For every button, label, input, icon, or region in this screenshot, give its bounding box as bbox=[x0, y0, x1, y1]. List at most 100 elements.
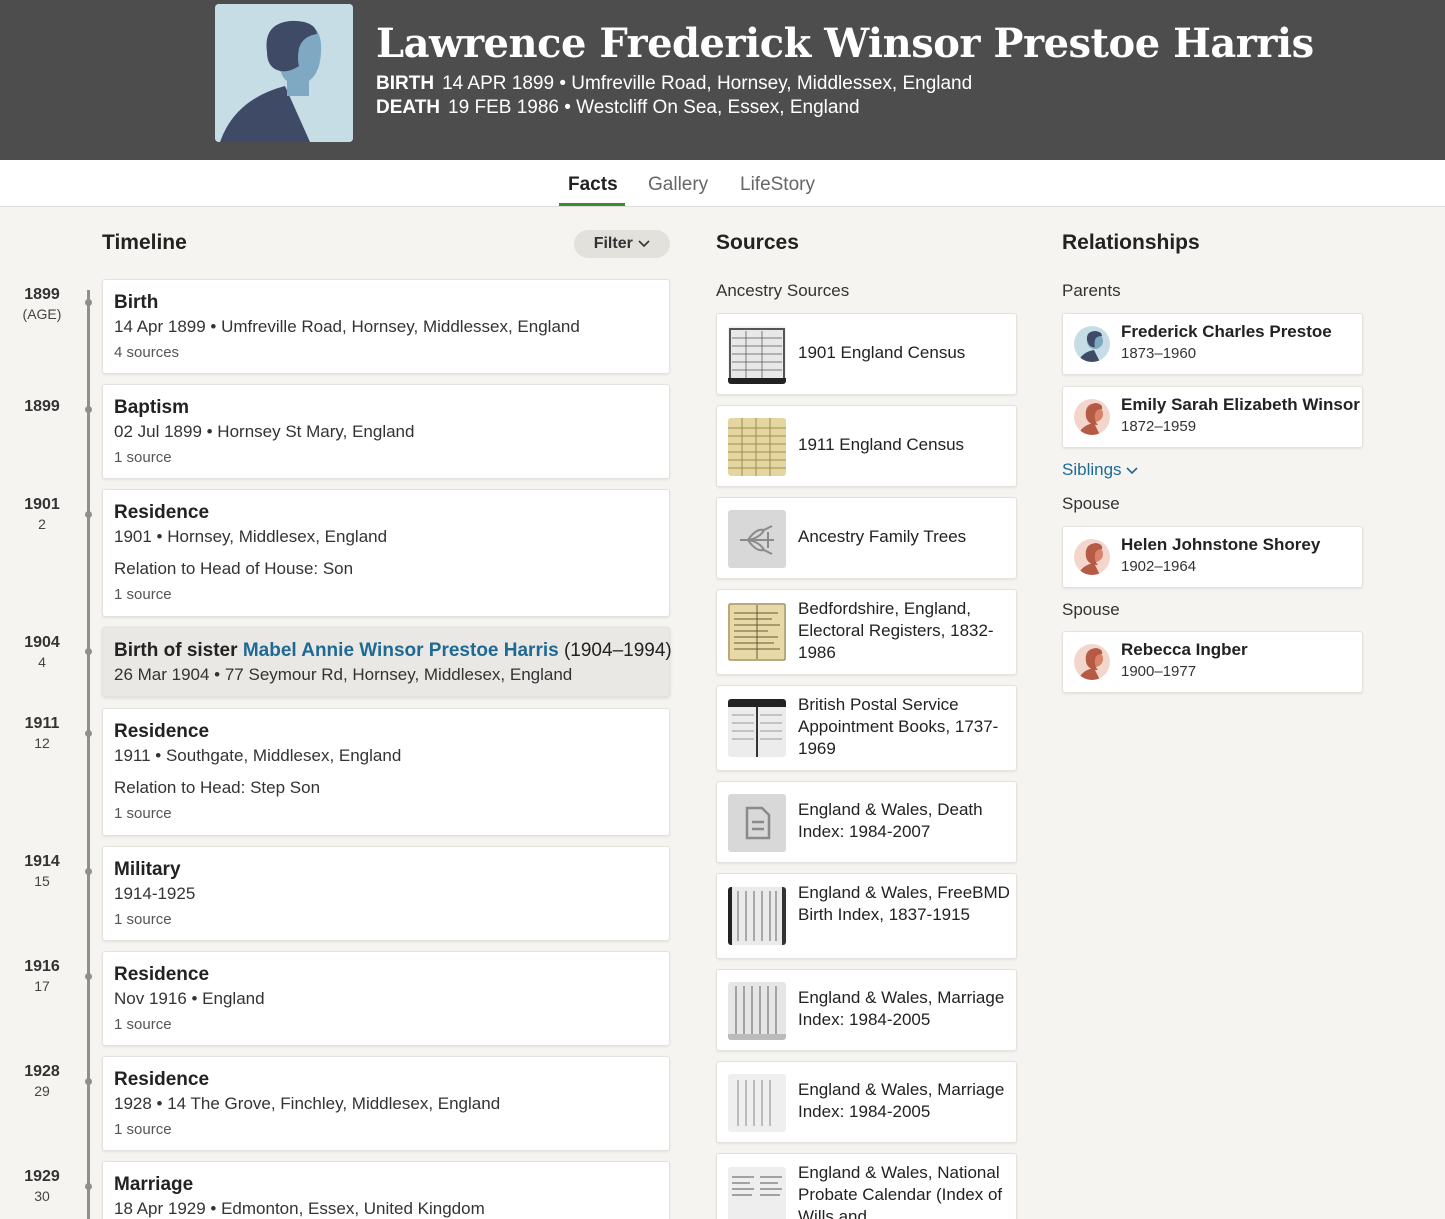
relative-name: Rebecca Ingber bbox=[1121, 640, 1248, 659]
event-card-residence-1928[interactable]: Residence 1928 • 14 The Grove, Finchley,… bbox=[102, 1056, 670, 1151]
index-scan-thumbnail bbox=[728, 982, 786, 1040]
relative-card-spouse[interactable]: Helen Johnstone Shorey 1902–1964 bbox=[1062, 526, 1363, 588]
sister-link[interactable]: Mabel Annie Winsor Prestoe Harris bbox=[243, 640, 559, 661]
death-summary: DEATH 19 FEB 1986 • Westcliff On Sea, Ess… bbox=[376, 97, 860, 119]
timeline-dot bbox=[85, 730, 92, 737]
event-age: 15 bbox=[34, 873, 50, 889]
tab-lifestory[interactable]: LifeStory bbox=[740, 174, 815, 196]
document-icon bbox=[728, 794, 786, 852]
relative-years: 1900–1977 bbox=[1121, 663, 1197, 680]
source-label: British Postal Service Appointment Books… bbox=[798, 695, 999, 758]
event-title: Birth of sister Mabel Annie Winsor Prest… bbox=[114, 640, 672, 662]
event-card-birth[interactable]: Birth 14 Apr 1899 • Umfreville Road, Hor… bbox=[102, 279, 670, 374]
event-age: (AGE) bbox=[22, 306, 62, 322]
source-label: England & Wales, Marriage Index: 1984-20… bbox=[798, 1080, 1005, 1121]
source-item[interactable]: England & Wales, Marriage Index: 1984-20… bbox=[716, 1061, 1017, 1143]
event-card-baptism[interactable]: Baptism 02 Jul 1899 • Hornsey St Mary, E… bbox=[102, 384, 670, 479]
person-avatar[interactable] bbox=[215, 4, 353, 142]
source-item[interactable]: Bedfordshire, England, Electoral Registe… bbox=[716, 589, 1017, 675]
event-year: 1904 bbox=[24, 634, 60, 651]
timeline-dot bbox=[85, 511, 92, 518]
book-scan-thumbnail bbox=[728, 699, 786, 757]
event-card-marriage[interactable]: Marriage 18 Apr 1929 • Edmonton, Essex, … bbox=[102, 1161, 670, 1219]
timeline-dot bbox=[85, 299, 92, 306]
source-item[interactable]: 1901 England Census bbox=[716, 313, 1017, 395]
tab-facts[interactable]: Facts bbox=[568, 174, 618, 196]
event-detail: 14 Apr 1899 • Umfreville Road, Hornsey, … bbox=[114, 317, 580, 336]
event-sources[interactable]: 4 sources bbox=[114, 344, 658, 361]
event-title: Residence bbox=[114, 964, 210, 985]
relative-name: Frederick Charles Prestoe bbox=[1121, 322, 1332, 341]
birth-label: BIRTH bbox=[376, 73, 435, 94]
relative-card-mother[interactable]: Emily Sarah Elizabeth Winsor 1872–1959 bbox=[1062, 386, 1363, 448]
source-item[interactable]: England & Wales, Death Index: 1984-2007 bbox=[716, 781, 1017, 863]
birth-value: 14 APR 1899 • Umfreville Road, Hornsey, … bbox=[442, 73, 973, 94]
event-card-military[interactable]: Military 1914-1925 1 source bbox=[102, 846, 670, 941]
source-label: 1901 England Census bbox=[798, 343, 966, 362]
event-sources[interactable]: 1 source bbox=[114, 1016, 658, 1033]
event-sources[interactable]: 1 source bbox=[114, 911, 658, 928]
relative-card-father[interactable]: Frederick Charles Prestoe 1873–1960 bbox=[1062, 313, 1363, 375]
event-sources[interactable]: 1 source bbox=[114, 1121, 658, 1138]
event-year: 1911 bbox=[24, 715, 60, 732]
event-title: Birth bbox=[114, 292, 159, 313]
source-item[interactable]: England & Wales, National Probate Calend… bbox=[716, 1153, 1017, 1219]
tree-leaf-icon bbox=[728, 510, 786, 568]
person-header: Lawrence Frederick Winsor Prestoe Harris… bbox=[0, 0, 1445, 160]
event-card-sister-birth[interactable]: Birth of sister Mabel Annie Winsor Prest… bbox=[102, 627, 672, 697]
census-scan-yellow-thumbnail bbox=[728, 418, 786, 476]
female-avatar-icon bbox=[1074, 644, 1110, 680]
index-scan-thumbnail bbox=[728, 887, 786, 945]
source-item[interactable]: British Postal Service Appointment Books… bbox=[716, 685, 1017, 771]
event-extra: Relation to Head: Step Son bbox=[114, 778, 321, 797]
filter-button[interactable]: Filter bbox=[574, 230, 670, 258]
tab-gallery[interactable]: Gallery bbox=[648, 174, 708, 196]
source-label: Ancestry Family Trees bbox=[798, 527, 967, 546]
register-scan-thumbnail bbox=[728, 603, 786, 661]
timeline-dot bbox=[85, 648, 92, 655]
event-sources[interactable]: 1 source bbox=[114, 449, 658, 466]
siblings-toggle[interactable]: Siblings bbox=[1062, 460, 1138, 480]
death-label: DEATH bbox=[376, 97, 441, 118]
sources-heading: Sources bbox=[716, 231, 799, 254]
event-detail: 1911 • Southgate, Middlesex, England bbox=[114, 746, 402, 765]
event-detail: 26 Mar 1904 • 77 Seymour Rd, Hornsey, Mi… bbox=[114, 665, 573, 684]
event-detail: Nov 1916 • England bbox=[114, 989, 265, 1008]
ancestry-sources-label: Ancestry Sources bbox=[716, 281, 850, 300]
relationships-heading: Relationships bbox=[1062, 231, 1200, 254]
source-item[interactable]: 1911 England Census bbox=[716, 405, 1017, 487]
event-card-residence-1911[interactable]: Residence 1911 • Southgate, Middlesex, E… bbox=[102, 708, 670, 836]
source-label: England & Wales, Death Index: 1984-2007 bbox=[798, 800, 983, 841]
birth-summary: BIRTH 14 APR 1899 • Umfreville Road, Horn… bbox=[376, 73, 972, 95]
event-age: 12 bbox=[34, 735, 50, 751]
event-card-residence-1916[interactable]: Residence Nov 1916 • England 1 source bbox=[102, 951, 670, 1046]
event-title: Baptism bbox=[114, 397, 189, 418]
event-sources[interactable]: 1 source bbox=[114, 586, 658, 603]
timeline-dot bbox=[85, 406, 92, 413]
source-item[interactable]: England & Wales, Marriage Index: 1984-20… bbox=[716, 969, 1017, 1051]
event-title: Marriage bbox=[114, 1174, 194, 1195]
event-sources[interactable]: 1 source bbox=[114, 805, 658, 822]
source-item[interactable]: England & Wales, FreeBMD Birth Index, 18… bbox=[716, 873, 1017, 959]
filter-label: Filter bbox=[593, 235, 633, 252]
relative-years: 1873–1960 bbox=[1121, 345, 1197, 362]
source-item[interactable]: Ancestry Family Trees bbox=[716, 497, 1017, 579]
relative-years: 1902–1964 bbox=[1121, 558, 1197, 575]
timeline-dot bbox=[85, 1078, 92, 1085]
event-card-residence-1901[interactable]: Residence 1901 • Hornsey, Middlesex, Eng… bbox=[102, 489, 670, 617]
male-avatar-icon bbox=[1074, 326, 1110, 362]
event-detail: 02 Jul 1899 • Hornsey St Mary, England bbox=[114, 422, 415, 441]
event-age: 2 bbox=[38, 516, 46, 532]
relative-name: Emily Sarah Elizabeth Winsor bbox=[1121, 395, 1360, 414]
relative-card-spouse[interactable]: Rebecca Ingber 1900–1977 bbox=[1062, 631, 1363, 693]
census-scan-thumbnail bbox=[728, 326, 786, 384]
timeline-dot bbox=[85, 973, 92, 980]
sister-lifespan: (1904–1994) bbox=[563, 640, 672, 661]
relative-name: Helen Johnstone Shorey bbox=[1121, 535, 1321, 554]
spouse-label: Spouse bbox=[1062, 600, 1120, 619]
source-label: Bedfordshire, England, Electoral Registe… bbox=[798, 599, 994, 662]
event-detail: 1901 • Hornsey, Middlesex, England bbox=[114, 527, 388, 546]
chevron-down-icon bbox=[1126, 466, 1138, 474]
event-age: 17 bbox=[34, 978, 50, 994]
event-detail: 18 Apr 1929 • Edmonton, Essex, United Ki… bbox=[114, 1199, 485, 1218]
